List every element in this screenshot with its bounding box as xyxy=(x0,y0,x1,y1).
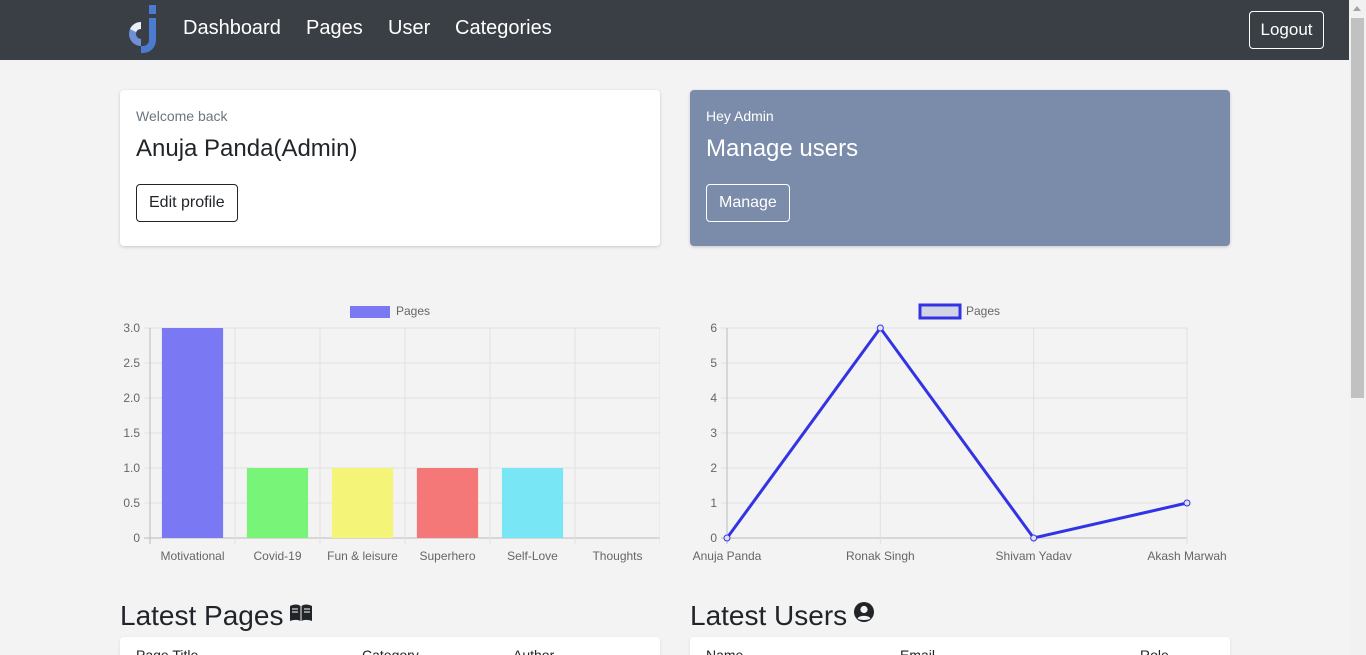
pages-by-user-chart: 0 1 2 3 4 5 6 Anuja Panda Ronak Singh Shivam Yada… xyxy=(670,296,1230,576)
bar-x-tick-label: Fun & leisure xyxy=(327,549,398,563)
bar-x-tick-label: Thoughts xyxy=(592,549,642,563)
nav-user[interactable]: User xyxy=(388,17,430,40)
page-scrollbar[interactable] xyxy=(1349,0,1366,655)
line-x-tick-label: Akash Marwah xyxy=(1147,549,1226,563)
bar-y-tick-label: 2.0 xyxy=(123,391,140,405)
line-x-tick-label: Anuja Panda xyxy=(693,549,762,563)
bar-x-tick-label: Covid-19 xyxy=(253,549,301,563)
bar-y-tick-label: 0.5 xyxy=(123,496,140,510)
latest-pages-heading: Latest Pages xyxy=(120,598,313,632)
column-header-name: Name xyxy=(706,647,744,655)
line-y-tick-label: 3 xyxy=(710,426,717,440)
latest-users-table: Name Email Role xyxy=(690,637,1230,655)
line-y-tick-label: 5 xyxy=(710,356,717,370)
latest-pages-title: Latest Pages xyxy=(120,600,284,631)
line-point-akash-marwah xyxy=(1183,499,1191,507)
line-legend-label: Pages xyxy=(966,304,1000,318)
line-x-tick-label: Ronak Singh xyxy=(846,549,915,563)
manage-users-heading: Manage users xyxy=(706,135,859,162)
line-y-tick-label: 1 xyxy=(710,496,717,510)
edit-profile-button[interactable]: Edit profile xyxy=(136,184,238,222)
line-point-ronak-singh xyxy=(876,324,884,332)
column-header-category: Category xyxy=(362,647,419,655)
bar-y-tick-label: 1.0 xyxy=(123,461,140,475)
nav-categories[interactable]: Categories xyxy=(455,17,552,40)
top-navbar: Dashboard Pages User Categories Logout xyxy=(0,0,1349,60)
bar-chart-svg: 0 0.5 1.0 1.5 2.0 2.5 3.0 Motivational Covid-19 F… xyxy=(123,304,661,563)
bar-covid-19 xyxy=(246,468,309,538)
latest-pages-table: Page Title Category Author xyxy=(120,637,660,655)
brand-logo[interactable] xyxy=(121,4,161,56)
line-y-tick-label: 4 xyxy=(710,391,717,405)
column-header-page-title: Page Title xyxy=(136,647,199,655)
welcome-label: Welcome back xyxy=(136,108,228,124)
line-y-tick-label: 6 xyxy=(710,321,717,335)
logout-button[interactable]: Logout xyxy=(1249,11,1324,49)
bar-y-tick-label: 1.5 xyxy=(123,426,140,440)
nav-pages[interactable]: Pages xyxy=(306,17,363,40)
bar-x-tick-label: Motivational xyxy=(160,549,224,563)
pages-by-category-chart: 0 0.5 1.0 1.5 2.0 2.5 3.0 Motivational Covid-19 F… xyxy=(100,296,661,576)
bar-self-love xyxy=(501,468,564,538)
welcome-card: Welcome back Anuja Panda(Admin) Edit pro… xyxy=(120,90,660,246)
nav-dashboard[interactable]: Dashboard xyxy=(183,17,281,40)
line-x-tick-label: Shivam Yadav xyxy=(996,549,1072,563)
user-name-heading: Anuja Panda(Admin) xyxy=(136,135,358,162)
bar-x-tick-label: Superhero xyxy=(419,549,475,563)
admin-greeting: Hey Admin xyxy=(706,108,774,124)
column-header-email: Email xyxy=(900,647,936,655)
bar-fun-leisure xyxy=(331,468,394,538)
column-header-author: Author xyxy=(513,647,555,655)
user-circle-icon xyxy=(853,598,875,630)
manage-button[interactable]: Manage xyxy=(706,184,790,222)
manage-users-card: Hey Admin Manage users Manage xyxy=(690,90,1230,246)
scroll-up-arrow-icon[interactable] xyxy=(1353,6,1361,11)
line-y-tick-label: 0 xyxy=(710,531,717,545)
bar-x-tick-label: Self-Love xyxy=(507,549,558,563)
line-legend-swatch xyxy=(918,303,962,320)
line-chart-svg: 0 1 2 3 4 5 6 Anuja Panda Ronak Singh Shivam Yada… xyxy=(693,303,1227,563)
scrollbar-thumb[interactable] xyxy=(1351,18,1364,398)
bar-y-tick-label: 3.0 xyxy=(123,321,140,335)
bar-superhero xyxy=(416,468,479,538)
bar-motivational xyxy=(161,328,224,538)
bar-y-tick-label: 2.5 xyxy=(123,356,140,370)
column-header-role: Role xyxy=(1140,647,1169,655)
book-icon xyxy=(289,598,313,630)
line-y-tick-label: 2 xyxy=(710,461,717,475)
bar-legend-swatch xyxy=(350,306,390,318)
latest-users-heading: Latest Users xyxy=(690,598,875,632)
bar-y-tick-label: 0 xyxy=(133,531,140,545)
line-point-shivam-yadav xyxy=(1030,534,1038,542)
bar-legend-label: Pages xyxy=(396,304,430,318)
line-point-anuja-panda xyxy=(723,534,731,542)
latest-users-title: Latest Users xyxy=(690,600,848,631)
